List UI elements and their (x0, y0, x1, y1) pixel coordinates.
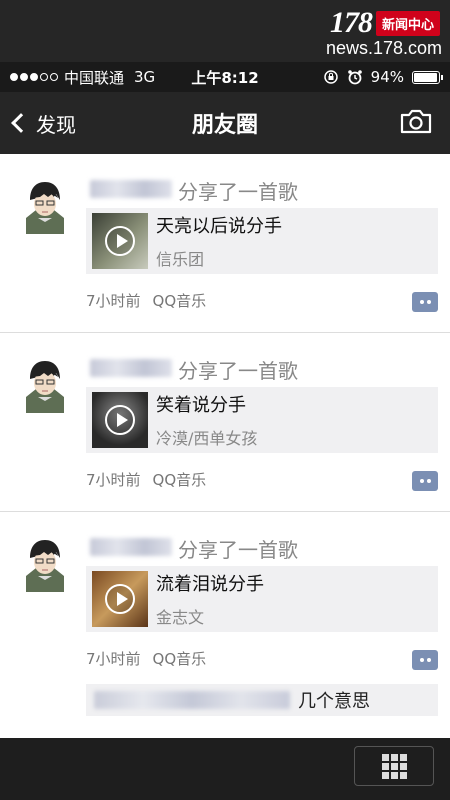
post-action-text: 分享了一首歌 (178, 538, 298, 562)
post-time: 7小时前 (86, 471, 141, 489)
feed-post: 分享了一首歌 流着泪说分手 金志文 7小时前 QQ音乐 (0, 512, 450, 691)
camera-icon[interactable] (400, 108, 432, 134)
watermark-tag: 新闻中心 (375, 10, 440, 36)
post-action-text: 分享了一首歌 (178, 180, 298, 204)
back-label: 发现 (36, 112, 76, 137)
carrier-name: 中国联通 (64, 68, 125, 87)
bottom-toolbar (0, 738, 450, 800)
play-icon[interactable] (105, 226, 135, 256)
post-time: 7小时前 (86, 650, 141, 668)
post-meta: 7小时前 QQ音乐 (86, 648, 206, 669)
user-name-blurred[interactable] (90, 180, 172, 198)
avatar[interactable] (20, 176, 70, 234)
watermark-url: news.178.com (325, 38, 442, 58)
comment-icon[interactable] (412, 471, 438, 491)
post-source[interactable]: QQ音乐 (153, 292, 207, 310)
song-title: 笑着说分手 (156, 395, 246, 416)
album-cover (92, 571, 148, 627)
user-name-blurred[interactable] (90, 538, 172, 556)
post-source[interactable]: QQ音乐 (153, 471, 207, 489)
post-time: 7小时前 (86, 292, 141, 310)
avatar[interactable] (20, 355, 70, 413)
post-meta: 7小时前 QQ音乐 (86, 469, 206, 490)
song-card[interactable]: 流着泪说分手 金志文 (86, 566, 438, 632)
comment-icon[interactable] (412, 650, 438, 670)
back-button[interactable]: 发现 (11, 109, 76, 138)
nav-bar: 发现 朋友圈 (0, 92, 450, 154)
song-artist: 金志文 (156, 608, 205, 627)
song-title: 天亮以后说分手 (156, 216, 282, 237)
song-card[interactable]: 天亮以后说分手 信乐团 (86, 208, 438, 274)
commenter-name-blurred (94, 691, 290, 709)
moments-feed: 分享了一首歌 天亮以后说分手 信乐团 7小时前 QQ音乐 分享了一首歌 笑着说分… (0, 154, 450, 738)
album-cover (92, 392, 148, 448)
play-icon[interactable] (105, 405, 135, 435)
play-icon[interactable] (105, 584, 135, 614)
album-cover (92, 213, 148, 269)
comment-icon[interactable] (412, 292, 438, 312)
comment-row[interactable]: 几个意思 (86, 684, 438, 716)
network-type: 3G (134, 68, 156, 86)
keyboard-button[interactable] (354, 746, 434, 786)
comment-text: 几个意思 (298, 691, 370, 712)
post-source[interactable]: QQ音乐 (153, 650, 207, 668)
watermark-logo: 178 新闻中心 (330, 6, 440, 40)
song-artist: 信乐团 (156, 250, 205, 269)
battery-icon (412, 70, 443, 84)
battery-percent: 94% (370, 68, 404, 86)
grid-icon (381, 753, 407, 779)
status-bar: 中国联通 3G 上午8:12 94% (0, 62, 450, 92)
watermark-banner: 178 新闻中心 news.178.com (0, 0, 450, 62)
chevron-left-icon (11, 113, 31, 133)
song-title: 流着泪说分手 (156, 574, 264, 595)
song-card[interactable]: 笑着说分手 冷漠/西单女孩 (86, 387, 438, 453)
watermark-number: 178 (329, 6, 373, 39)
status-time: 上午8:12 (191, 68, 259, 87)
song-artist: 冷漠/西单女孩 (156, 429, 258, 448)
post-meta: 7小时前 QQ音乐 (86, 290, 206, 311)
feed-post: 分享了一首歌 笑着说分手 冷漠/西单女孩 7小时前 QQ音乐 (0, 333, 450, 512)
signal-strength-icon (10, 73, 58, 81)
feed-post: 分享了一首歌 天亮以后说分手 信乐团 7小时前 QQ音乐 (0, 154, 450, 333)
avatar[interactable] (20, 534, 70, 592)
post-action-text: 分享了一首歌 (178, 359, 298, 383)
alarm-icon (347, 70, 362, 85)
user-name-blurred[interactable] (90, 359, 172, 377)
rotation-lock-icon (323, 70, 338, 84)
